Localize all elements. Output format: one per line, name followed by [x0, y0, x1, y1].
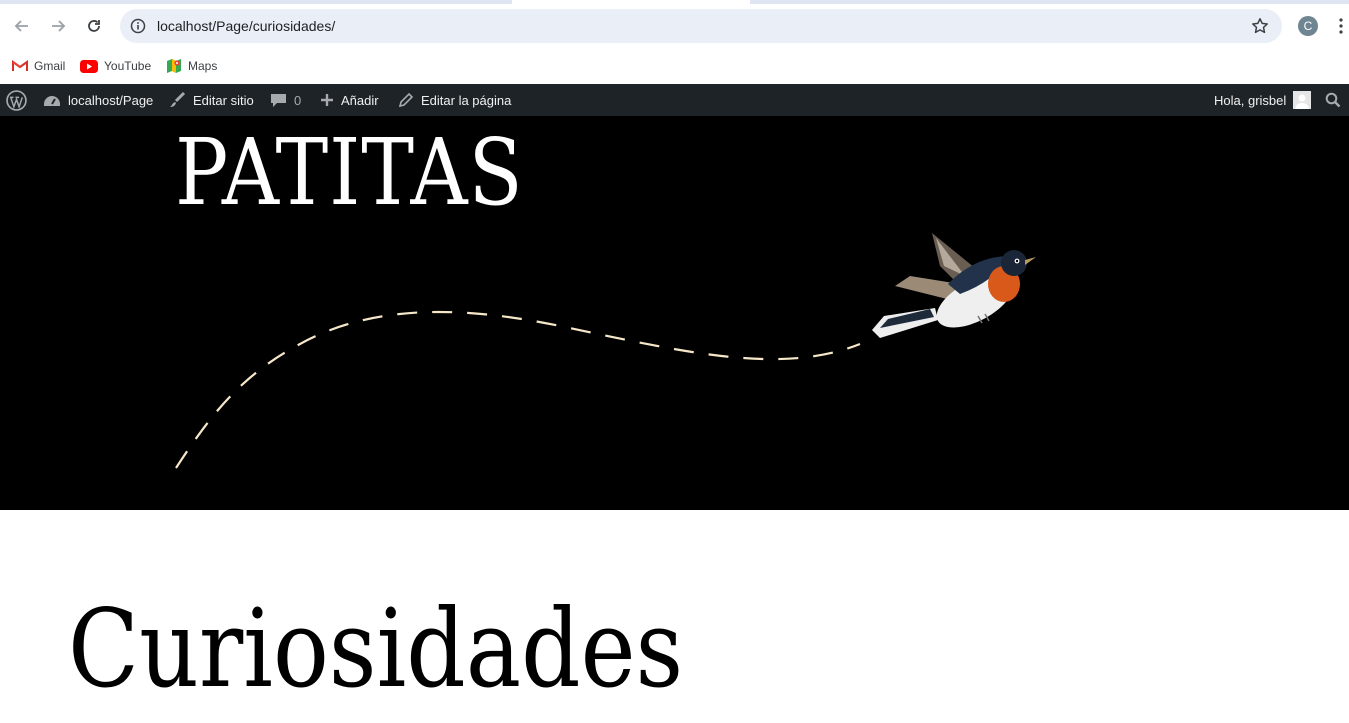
reload-button[interactable] [82, 14, 106, 38]
address-bar[interactable]: localhost/Page/curiosidades/ [120, 9, 1282, 43]
site-header-banner: PATITAS [0, 116, 1349, 510]
site-title[interactable]: PATITAS [175, 118, 524, 228]
plus-icon [320, 93, 334, 107]
bookmarks-bar: Gmail YouTube Maps [0, 48, 1349, 84]
dashboard-icon [43, 92, 61, 108]
bookmark-label: Maps [188, 59, 218, 73]
edit-page-link[interactable]: Editar la página [398, 84, 511, 116]
youtube-icon [80, 59, 98, 73]
bookmark-maps[interactable]: Maps [166, 55, 217, 77]
gmail-icon [12, 60, 28, 71]
edit-page-label: Editar la página [421, 92, 512, 108]
browser-toolbar: localhost/Page/curiosidades/ C [0, 4, 1349, 48]
profile-avatar[interactable]: C [1298, 16, 1318, 36]
comments-count: 0 [294, 92, 302, 108]
comments-link[interactable]: 0 [270, 84, 301, 116]
comment-bubble-icon [270, 92, 287, 108]
site-info-icon[interactable] [128, 16, 148, 36]
back-arrow-icon [14, 20, 28, 32]
wp-logo-button[interactable] [6, 84, 27, 116]
search-icon [1325, 92, 1341, 108]
user-account-menu[interactable]: Hola, grisbel [1214, 84, 1312, 116]
bookmark-label: Gmail [34, 59, 66, 73]
bookmark-star-icon[interactable] [1250, 16, 1270, 36]
bookmark-gmail[interactable]: Gmail [12, 55, 65, 77]
brush-icon [168, 91, 186, 109]
site-name-label: localhost/Page [68, 92, 154, 108]
forward-button[interactable] [46, 14, 70, 38]
wp-admin-bar: localhost/Page Editar sitio 0 Añadir Edi… [0, 84, 1349, 116]
bookmark-label: YouTube [104, 59, 152, 73]
url-text[interactable]: localhost/Page/curiosidades/ [157, 18, 335, 34]
wordpress-logo-icon [6, 89, 27, 111]
site-name-menu[interactable]: localhost/Page [43, 84, 153, 116]
page-title: Curiosidades [68, 587, 684, 712]
user-greeting: Hola, grisbel [1214, 92, 1287, 108]
add-new-label: Añadir [341, 92, 379, 108]
edit-site-label: Editar sitio [193, 92, 254, 108]
bookmark-youtube[interactable]: YouTube [80, 55, 151, 77]
user-avatar-icon [1293, 91, 1312, 109]
pencil-icon [398, 92, 414, 108]
search-button[interactable] [1325, 84, 1341, 116]
browser-menu-icon[interactable] [1336, 16, 1346, 36]
bird-icon [872, 233, 1036, 338]
add-new-menu[interactable]: Añadir [320, 84, 379, 116]
reload-icon [88, 20, 100, 32]
flight-path-dashes [175, 310, 861, 469]
back-button[interactable] [10, 14, 34, 38]
edit-site-link[interactable]: Editar sitio [168, 84, 254, 116]
maps-icon [167, 59, 181, 73]
forward-arrow-icon [52, 20, 66, 32]
